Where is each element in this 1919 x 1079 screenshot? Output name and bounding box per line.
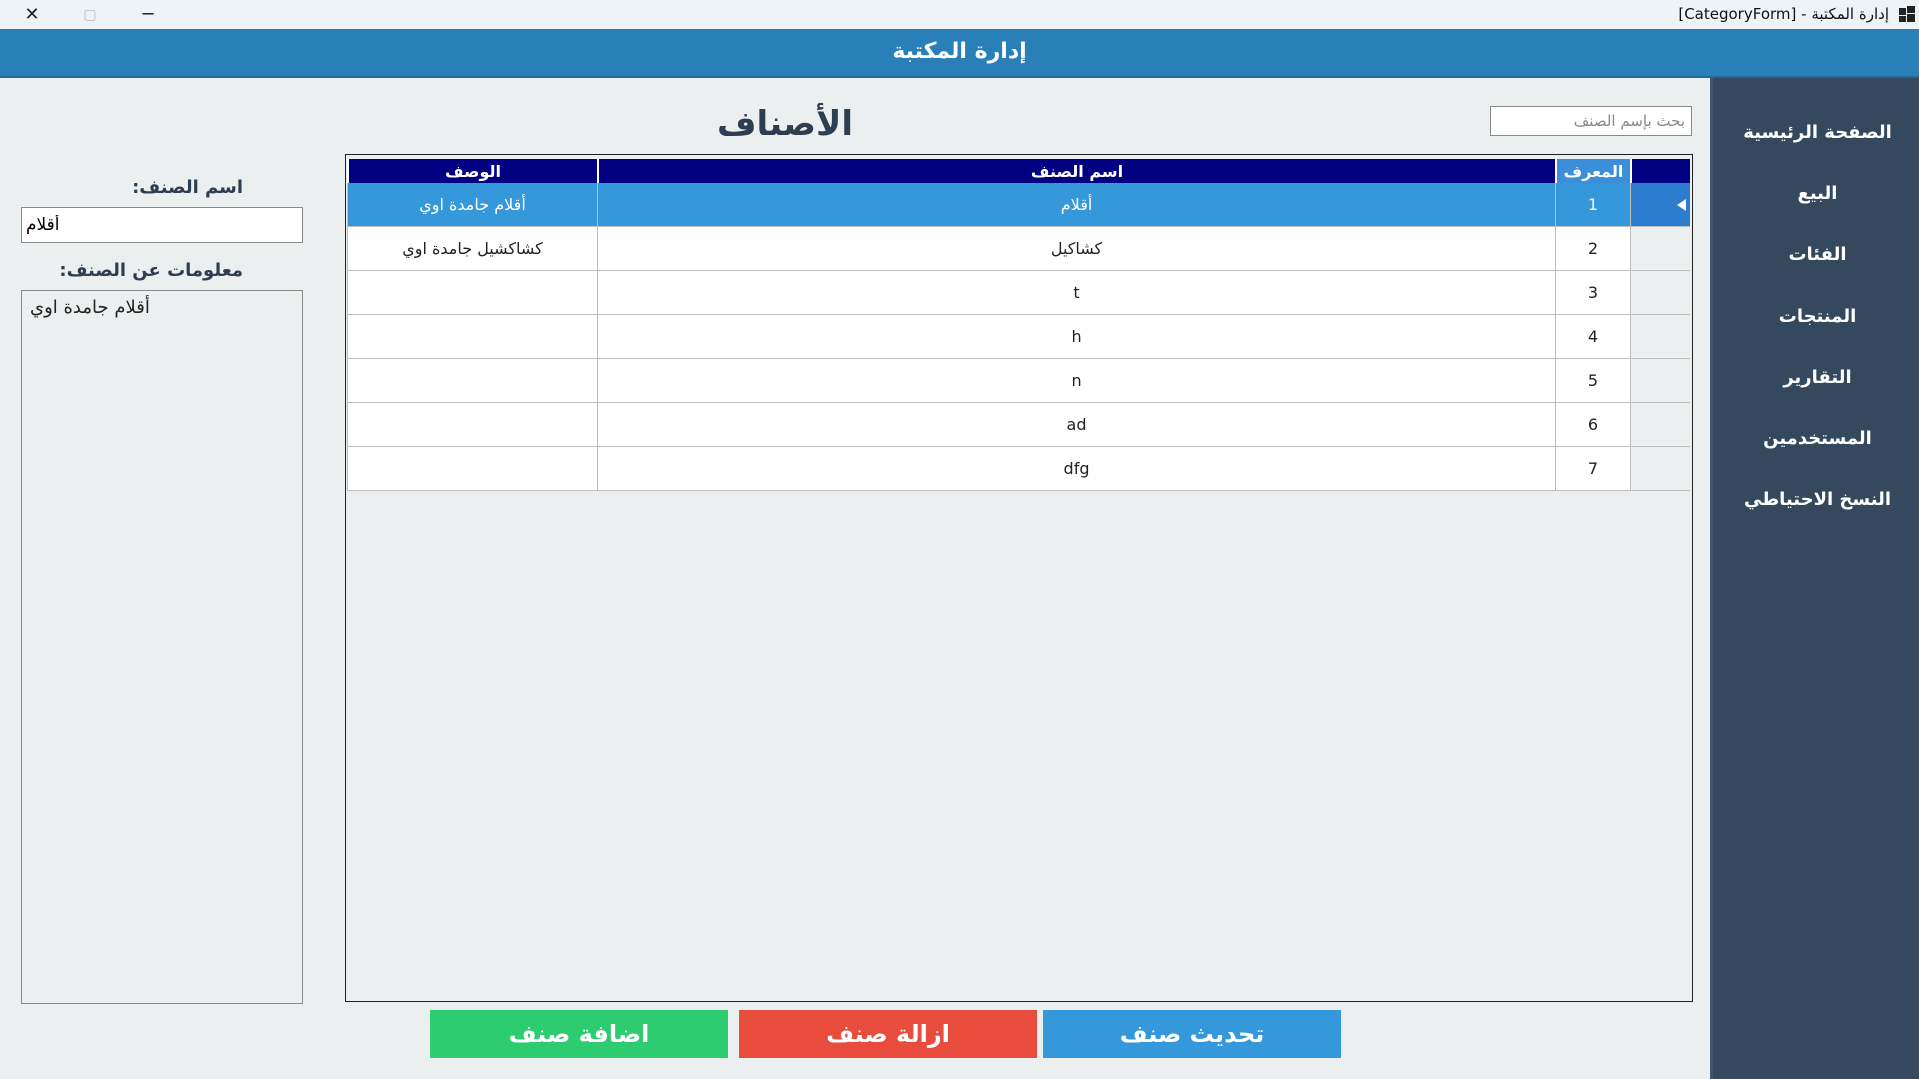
table-row[interactable]: ad 6 — [347, 403, 1690, 447]
cell-id[interactable]: 2 — [1555, 227, 1630, 270]
cell-id[interactable]: 3 — [1555, 271, 1630, 314]
minimize-icon: ─ — [142, 4, 154, 25]
cell-name[interactable]: كشاكيل — [597, 227, 1555, 270]
cell-name[interactable]: dfg — [597, 447, 1555, 490]
cell-id[interactable]: 4 — [1555, 315, 1630, 358]
close-icon: ✕ — [24, 4, 40, 25]
sidebar-item-backup[interactable]: النسخ الاحتياطي — [1713, 489, 1919, 510]
column-header-selector[interactable] — [1630, 159, 1690, 183]
app-header: إدارة المكتبة — [0, 29, 1919, 78]
table-header-row: الوصف اسم الصنف المعرف — [347, 159, 1690, 183]
row-selector[interactable] — [1630, 447, 1690, 490]
table-row[interactable]: h 4 — [347, 315, 1690, 359]
row-selector[interactable] — [1630, 315, 1690, 358]
column-header-id[interactable]: المعرف — [1555, 159, 1630, 183]
delete-category-button[interactable]: ازالة صنف — [739, 1010, 1037, 1058]
cell-description[interactable] — [347, 315, 597, 358]
sidebar: الصفحة الرئيسية البيع الفئات المنتجات ال… — [1710, 78, 1919, 1079]
restore-window-button[interactable]: ▢ — [70, 0, 110, 29]
cell-description[interactable]: أقلام جامدة اوي — [347, 183, 597, 226]
category-name-field[interactable] — [21, 207, 303, 243]
row-selector[interactable] — [1630, 271, 1690, 314]
table-row[interactable]: t 3 — [347, 271, 1690, 315]
cell-id[interactable]: 6 — [1555, 403, 1630, 446]
sidebar-item-home[interactable]: الصفحة الرئيسية — [1713, 122, 1919, 143]
cell-name[interactable]: أقلام — [597, 183, 1555, 226]
sidebar-item-reports[interactable]: التقارير — [1713, 367, 1919, 388]
cell-id[interactable]: 5 — [1555, 359, 1630, 402]
table-row[interactable]: كشاكشيل جامدة اوي كشاكيل 2 — [347, 227, 1690, 271]
column-header-description[interactable]: الوصف — [347, 159, 597, 183]
table-row[interactable]: أقلام جامدة اوي أقلام 1 — [347, 183, 1690, 227]
cell-name[interactable]: t — [597, 271, 1555, 314]
category-info-field[interactable]: أقلام جامدة اوي — [21, 290, 303, 1004]
row-indicator-icon — [1677, 198, 1686, 211]
cell-name[interactable]: n — [597, 359, 1555, 402]
cell-description[interactable] — [347, 403, 597, 446]
app-icon — [1899, 6, 1915, 22]
page-title: الأصناف — [717, 104, 853, 144]
category-name-label: اسم الصنف: — [132, 177, 243, 198]
sidebar-item-categories[interactable]: الفئات — [1713, 244, 1919, 265]
window-title: إدارة المكتبة - [CategoryForm] — [1678, 5, 1889, 23]
cell-id[interactable]: 1 — [1555, 183, 1630, 226]
cell-description[interactable] — [347, 359, 597, 402]
app-name: إدارة المكتبة — [892, 39, 1027, 64]
add-category-button[interactable]: اضافة صنف — [430, 1010, 728, 1058]
column-header-name[interactable]: اسم الصنف — [597, 159, 1555, 183]
table-row[interactable]: n 5 — [347, 359, 1690, 403]
categories-table: الوصف اسم الصنف المعرف أقلام جامدة اوي أ… — [345, 154, 1693, 1002]
row-selector[interactable] — [1630, 183, 1690, 226]
row-selector[interactable] — [1630, 403, 1690, 446]
sidebar-item-sales[interactable]: البيع — [1713, 183, 1919, 204]
cell-name[interactable]: h — [597, 315, 1555, 358]
cell-description[interactable]: كشاكشيل جامدة اوي — [347, 227, 597, 270]
cell-id[interactable]: 7 — [1555, 447, 1630, 490]
table-row[interactable]: dfg 7 — [347, 447, 1690, 491]
update-category-button[interactable]: تحديث صنف — [1043, 1010, 1341, 1058]
minimize-window-button[interactable]: ─ — [128, 0, 168, 29]
cell-name[interactable]: ad — [597, 403, 1555, 446]
search-input[interactable] — [1490, 106, 1692, 136]
sidebar-item-products[interactable]: المنتجات — [1713, 306, 1919, 327]
cell-description[interactable] — [347, 271, 597, 314]
sidebar-item-users[interactable]: المستخدمين — [1713, 428, 1919, 449]
row-selector[interactable] — [1630, 359, 1690, 402]
category-info-label: معلومات عن الصنف: — [59, 260, 243, 281]
cell-description[interactable] — [347, 447, 597, 490]
window-titlebar: ✕ ▢ ─ إدارة المكتبة - [CategoryForm] — [0, 0, 1919, 29]
row-selector[interactable] — [1630, 227, 1690, 270]
close-window-button[interactable]: ✕ — [12, 0, 52, 29]
restore-icon: ▢ — [83, 6, 97, 23]
